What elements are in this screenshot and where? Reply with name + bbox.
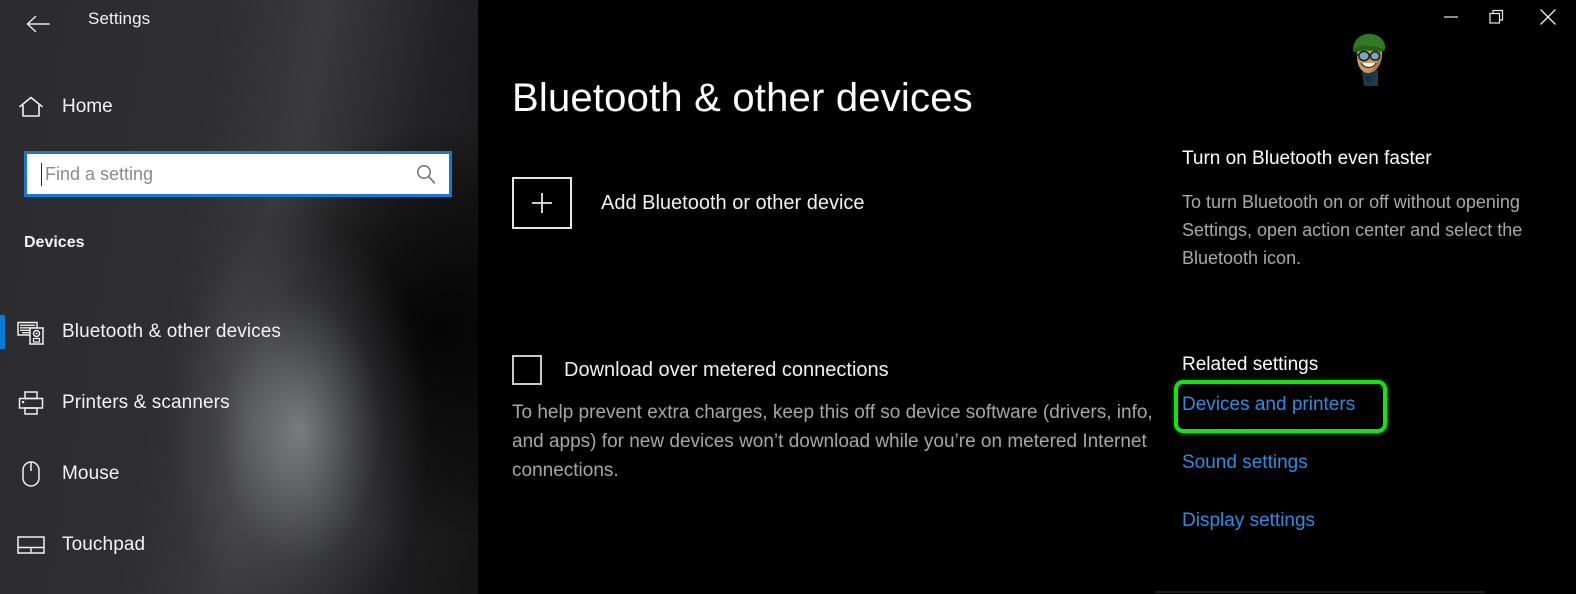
bottom-divider bbox=[1155, 591, 1485, 593]
back-button[interactable] bbox=[18, 4, 60, 44]
touchpad-icon bbox=[0, 534, 62, 556]
selection-indicator bbox=[0, 315, 5, 349]
metered-connections-label: Download over metered connections bbox=[564, 358, 889, 381]
related-link-sound-settings[interactable]: Sound settings bbox=[1182, 452, 1308, 474]
home-icon bbox=[0, 95, 62, 119]
related-link-display-settings[interactable]: Display settings bbox=[1182, 510, 1315, 532]
tip-title: Turn on Bluetooth even faster bbox=[1182, 148, 1432, 169]
printer-icon bbox=[0, 390, 62, 416]
mouse-icon bbox=[0, 460, 62, 488]
sidebar: Settings Home Find a setting Devices Blu… bbox=[0, 0, 478, 594]
metered-connections-description: To help prevent extra charges, keep this… bbox=[512, 402, 1153, 481]
sidebar-item-home-label: Home bbox=[62, 96, 113, 117]
search-box[interactable] bbox=[24, 151, 452, 197]
sidebar-item-touchpad[interactable]: Touchpad bbox=[0, 521, 478, 569]
right-panel: Turn on Bluetooth even faster To turn Bl… bbox=[1174, 0, 1576, 594]
window-title: Settings bbox=[88, 9, 151, 28]
user-avatar-icon bbox=[1344, 30, 1394, 88]
sidebar-item-printers-and-scanners[interactable]: Printers & scanners bbox=[0, 379, 478, 427]
bluetooth-devices-icon bbox=[0, 318, 62, 346]
close-button[interactable] bbox=[1520, 0, 1576, 38]
sidebar-item-mouse[interactable]: Mouse bbox=[0, 450, 478, 498]
related-settings-title: Related settings bbox=[1182, 354, 1319, 375]
minimize-button[interactable] bbox=[1428, 0, 1474, 38]
add-bluetooth-device-label: Add Bluetooth or other device bbox=[601, 191, 865, 214]
settings-window: Settings Home Find a setting Devices Blu… bbox=[0, 0, 1576, 594]
plus-icon bbox=[512, 177, 572, 229]
sidebar-item-bluetooth-and-other-devices[interactable]: Bluetooth & other devices bbox=[0, 308, 478, 356]
metered-connections-checkbox[interactable] bbox=[512, 355, 542, 385]
add-bluetooth-device-button[interactable]: Add Bluetooth or other device bbox=[512, 177, 865, 229]
sidebar-item-label: Touchpad bbox=[62, 534, 146, 555]
sidebar-group-header: Devices bbox=[24, 234, 85, 251]
sidebar-nav: Bluetooth & other devices Printers & sca… bbox=[0, 308, 478, 592]
minimize-icon bbox=[1443, 10, 1459, 28]
sidebar-item-home[interactable]: Home bbox=[0, 86, 440, 128]
sidebar-item-label: Mouse bbox=[62, 463, 120, 484]
sidebar-item-label: Bluetooth & other devices bbox=[62, 321, 282, 342]
metered-connections-checkbox-row[interactable]: Download over metered connections bbox=[512, 355, 889, 385]
tip-body: To turn Bluetooth on or off without open… bbox=[1182, 192, 1523, 268]
related-link-devices-and-printers[interactable]: Devices and printers bbox=[1182, 394, 1355, 416]
search-input[interactable] bbox=[42, 154, 403, 194]
search-icon[interactable] bbox=[403, 163, 449, 185]
restore-icon bbox=[1489, 9, 1505, 30]
page-title: Bluetooth & other devices bbox=[512, 76, 973, 120]
sidebar-item-label: Printers & scanners bbox=[62, 392, 230, 413]
restore-button[interactable] bbox=[1474, 0, 1520, 38]
back-arrow-icon bbox=[26, 15, 52, 33]
close-icon bbox=[1539, 8, 1557, 31]
window-controls bbox=[1428, 0, 1576, 38]
